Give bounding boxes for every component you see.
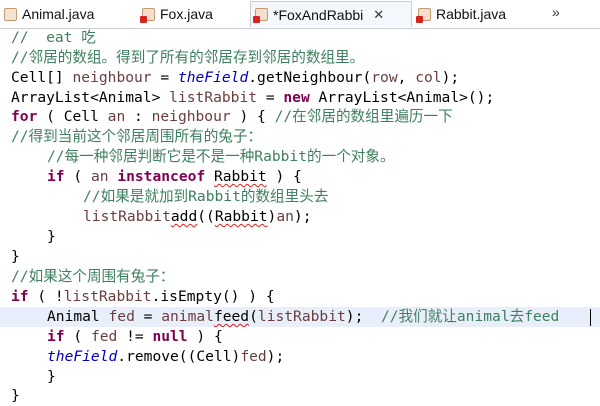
- tab-fox-java[interactable]: Fox.java: [138, 1, 248, 27]
- close-tab-icon[interactable]: ✕: [373, 7, 384, 23]
- java-file-error-icon: [253, 8, 268, 23]
- code-line-12: }: [11, 248, 20, 265]
- code-line-14: if ( !listRabbit.isEmpty() ) {: [11, 288, 275, 305]
- java-file-icon: [4, 7, 17, 21]
- java-file-error-icon: [140, 7, 155, 23]
- code-line-17: theField.remove((Cell)fed);: [47, 348, 285, 365]
- code-line-6: //得到当前这个邻居周围所有的兔子：: [11, 128, 263, 145]
- code-line-11: }: [47, 228, 56, 245]
- code-line-15: Animal fed = animalfeed(listRabbit); //我…: [47, 308, 560, 325]
- code-line-3: Cell[] neighbour = theField.getNeighbour…: [11, 69, 460, 86]
- code-line-4: ArrayList<Animal> listRabbit = new Array…: [11, 89, 495, 106]
- code-line-18: }: [47, 368, 56, 385]
- code-line-7: //每一种邻居判断它是不是一种Rabbit的一个对象。: [47, 148, 395, 165]
- tab-overflow-chevron-icon[interactable]: »: [552, 4, 560, 20]
- tab-animal-java[interactable]: Animal.java: [0, 1, 130, 27]
- code-line-10: listRabbitadd((Rabbit)an);: [83, 208, 312, 225]
- tab-foxandrabbit-java[interactable]: *FoxAndRabbi ✕: [250, 1, 412, 27]
- editor-tab-bar: Animal.java Fox.java *FoxAndRabbi ✕ Rabb…: [0, 0, 600, 29]
- code-line-1: // eat 吃: [11, 29, 96, 46]
- java-file-error-icon: [416, 7, 431, 23]
- code-line-16: if ( fed != null ) {: [47, 328, 223, 345]
- code-line-2: //邻居的数组。得到了所有的邻居存到邻居的数组里。: [11, 49, 365, 66]
- code-editor[interactable]: // eat 吃 //邻居的数组。得到了所有的邻居存到邻居的数组里。 Cell[…: [0, 28, 600, 406]
- code-line-5: for ( Cell an : neighbour ) { //在邻居的数组里遍…: [11, 108, 453, 125]
- code-line-19: }: [11, 387, 20, 404]
- tab-label: Rabbit.java: [436, 6, 507, 22]
- text-cursor: [590, 309, 591, 326]
- tab-label: *FoxAndRabbi: [273, 6, 364, 23]
- tab-label: Animal.java: [22, 6, 95, 22]
- tab-rabbit-java[interactable]: Rabbit.java: [414, 1, 534, 27]
- code-line-9: //如果是就加到Rabbit的数组里头去: [83, 188, 329, 205]
- code-line-8: if ( an instanceof Rabbit ) {: [47, 168, 302, 185]
- code-line-13: //如果这个周围有兔子：: [11, 268, 175, 285]
- tab-label: Fox.java: [160, 6, 213, 22]
